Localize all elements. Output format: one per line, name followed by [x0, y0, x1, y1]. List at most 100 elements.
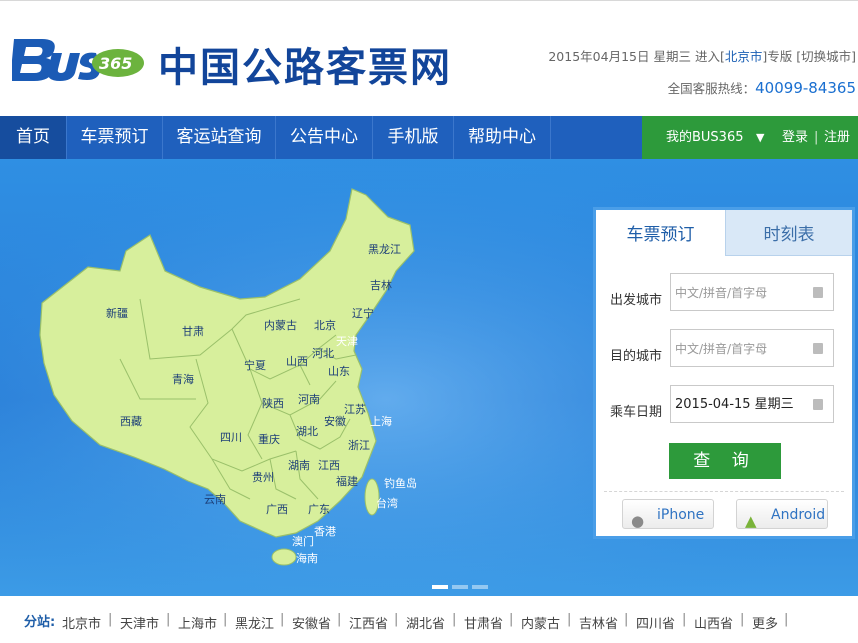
- map-label-jilin[interactable]: 吉林: [370, 278, 392, 292]
- city-list-icon[interactable]: [813, 287, 823, 298]
- map-label-jiangsu[interactable]: 江苏: [344, 403, 366, 416]
- site-header: 365 中国公路客票网 2015年04月15日 星期三 进入[北京市]专版 [切…: [0, 0, 858, 116]
- current-city-link[interactable]: 北京市: [725, 49, 763, 64]
- android-app-button[interactable]: ▲ Android: [736, 499, 828, 530]
- branch-separator: |: [394, 612, 399, 627]
- site-title: 中国公路客票网: [158, 45, 452, 91]
- map-label-tianjin[interactable]: 天津: [336, 335, 358, 348]
- map-label-sichuan[interactable]: 四川: [220, 431, 242, 444]
- map-label-neimenggu[interactable]: 内蒙古: [264, 318, 297, 332]
- travel-date-input[interactable]: 2015-04-15 星期三: [670, 385, 834, 423]
- map-label-anhui[interactable]: 安徽: [324, 414, 346, 428]
- map-label-shanghai[interactable]: 上海: [370, 414, 392, 428]
- branch-link-jiangxi[interactable]: 江西省: [349, 613, 388, 632]
- branch-separator: |: [509, 612, 514, 627]
- map-label-zhejiang[interactable]: 浙江: [348, 439, 370, 452]
- map-label-fujian[interactable]: 福建: [336, 474, 358, 488]
- to-city-placeholder: 中文/拼音/首字母: [675, 342, 768, 356]
- date-label: 乘车日期: [610, 405, 663, 420]
- map-label-liaoning[interactable]: 辽宁: [352, 306, 374, 320]
- login-link[interactable]: 登录: [782, 116, 808, 159]
- banner-dot-1[interactable]: [432, 585, 448, 589]
- my-bus365-menu[interactable]: 我的BUS365: [666, 116, 744, 159]
- map-label-jiangxi[interactable]: 江西: [318, 459, 340, 472]
- map-label-beijing[interactable]: 北京: [314, 318, 336, 332]
- map-label-hunan[interactable]: 湖南: [288, 459, 310, 472]
- branch-link-beijing[interactable]: 北京市: [62, 613, 101, 632]
- switch-city-link[interactable]: [切换城市]: [796, 49, 856, 64]
- branch-separator: |: [740, 612, 745, 627]
- map-label-xizang[interactable]: 西藏: [120, 415, 142, 428]
- map-label-gansu[interactable]: 甘肃: [182, 325, 204, 338]
- map-label-hebei[interactable]: 河北: [312, 347, 334, 360]
- register-link[interactable]: 注册: [824, 116, 850, 159]
- branch-label: 分站:: [24, 615, 56, 630]
- map-label-taiwan[interactable]: 台湾: [376, 496, 398, 510]
- branch-separator: |: [567, 612, 572, 627]
- hotline-label: 全国客服热线：: [667, 81, 756, 96]
- nav-mobile[interactable]: 手机版: [373, 116, 454, 159]
- ticket-search-panel: 车票预订 时刻表 出发城市 中文/拼音/首字母 目的城市 中文/拼音/首字母 乘…: [593, 207, 855, 539]
- branch-link-heilongjiang[interactable]: 黑龙江: [235, 613, 274, 632]
- map-label-chongqing[interactable]: 重庆: [258, 432, 280, 446]
- tab-ticket-booking[interactable]: 车票预订: [596, 210, 725, 256]
- nav-help-center[interactable]: 帮助中心: [454, 116, 551, 159]
- nav-ticket-booking[interactable]: 车票预订: [67, 116, 163, 159]
- map-label-macau[interactable]: 澳门: [292, 534, 314, 548]
- from-city-input[interactable]: 中文/拼音/首字母: [670, 273, 834, 311]
- branch-link-shanxi[interactable]: 山西省: [694, 613, 733, 632]
- banner-pager: [432, 574, 492, 593]
- map-label-heilongjiang[interactable]: 黑龙江: [368, 243, 401, 256]
- branch-sites-bar: 分站: 北京市 | 天津市 | 上海市 | 黑龙江 | 安徽省 | 江西省 | …: [0, 596, 858, 643]
- map-label-qinghai[interactable]: 青海: [172, 372, 194, 386]
- map-label-guangxi[interactable]: 广西: [266, 503, 288, 516]
- map-label-guangdong[interactable]: 广东: [308, 503, 330, 516]
- map-label-ningxia[interactable]: 宁夏: [244, 358, 266, 372]
- map-label-hainan[interactable]: 海南: [296, 551, 318, 565]
- search-button[interactable]: 查 询: [669, 443, 781, 479]
- branch-link-neimenggu[interactable]: 内蒙古: [521, 613, 560, 632]
- branch-separator: |: [682, 612, 687, 627]
- map-label-xinjiang[interactable]: 新疆: [106, 306, 128, 320]
- main-nav: 首页 车票预订 客运站查询 公告中心 手机版 帮助中心 我的BUS365 ▼ 登…: [0, 116, 858, 159]
- map-label-guizhou[interactable]: 贵州: [252, 471, 274, 484]
- banner-dot-2[interactable]: [452, 585, 468, 589]
- apple-icon: ●: [631, 512, 645, 530]
- calendar-icon[interactable]: [813, 399, 823, 410]
- to-city-input[interactable]: 中文/拼音/首字母: [670, 329, 834, 367]
- hotline-number: 40099-84365: [755, 79, 856, 97]
- branch-link-tianjin[interactable]: 天津市: [120, 613, 159, 632]
- tab-timetable[interactable]: 时刻表: [725, 210, 852, 256]
- banner-dot-3[interactable]: [472, 585, 488, 589]
- map-label-shandong[interactable]: 山东: [328, 365, 350, 378]
- branch-link-jilin[interactable]: 吉林省: [579, 613, 618, 632]
- branch-separator: |: [452, 612, 457, 627]
- bus365-logo[interactable]: 365: [12, 33, 144, 85]
- branch-separator: |: [337, 612, 342, 627]
- branch-link-more[interactable]: 更多: [752, 613, 778, 632]
- map-label-yunnan[interactable]: 云南: [204, 493, 226, 506]
- map-label-hubei[interactable]: 湖北: [296, 425, 318, 438]
- branch-link-shanghai[interactable]: 上海市: [178, 613, 217, 632]
- android-label: Android: [771, 507, 826, 523]
- nav-station-search[interactable]: 客运站查询: [163, 116, 276, 159]
- branch-separator: |: [784, 612, 789, 627]
- branch-link-sichuan[interactable]: 四川省: [636, 613, 675, 632]
- nav-notice-center[interactable]: 公告中心: [276, 116, 373, 159]
- branch-link-anhui[interactable]: 安徽省: [292, 613, 331, 632]
- enter-suffix: ]专版: [762, 49, 793, 64]
- branch-link-gansu[interactable]: 甘肃省: [464, 613, 503, 632]
- map-label-shanxi[interactable]: 山西: [286, 355, 308, 368]
- branch-link-hubei[interactable]: 湖北省: [406, 613, 445, 632]
- nav-home[interactable]: 首页: [0, 116, 67, 159]
- map-label-henan[interactable]: 河南: [298, 393, 320, 406]
- from-city-label: 出发城市: [610, 293, 663, 308]
- city-list-icon[interactable]: [813, 343, 823, 354]
- iphone-app-button[interactable]: ● iPhone: [622, 499, 714, 530]
- map-label-shaanxi[interactable]: 陕西: [262, 396, 284, 410]
- map-label-diaoyudao[interactable]: 钓鱼岛: [384, 476, 417, 490]
- iphone-label: iPhone: [657, 507, 705, 523]
- map-label-hongkong[interactable]: 香港: [314, 525, 336, 538]
- chevron-down-icon[interactable]: ▼: [756, 116, 764, 159]
- branch-separator: |: [280, 612, 285, 627]
